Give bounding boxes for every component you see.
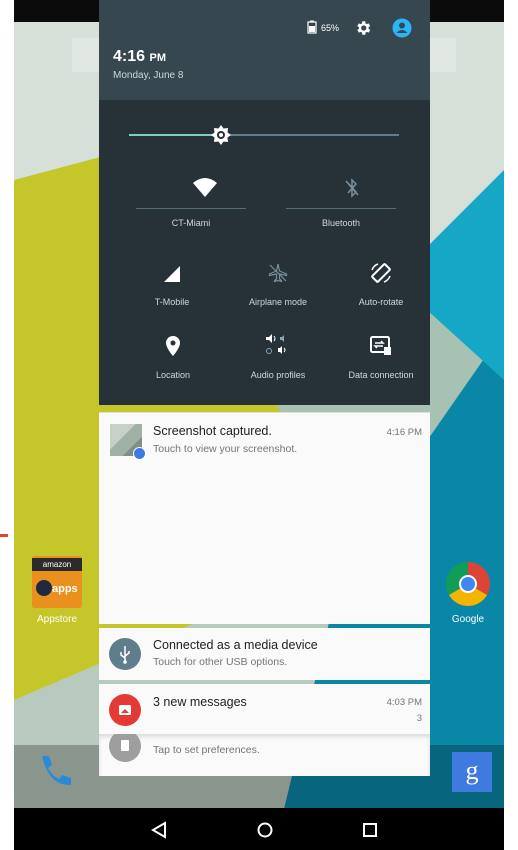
recents-icon[interactable] (358, 818, 382, 842)
screenshot-badge-icon (133, 447, 146, 460)
notification-time: 4:16 PM (386, 427, 422, 438)
user-account-icon[interactable] (392, 18, 412, 38)
chrome-center (459, 575, 477, 593)
tile-label-audio[interactable]: Audio profiles (223, 370, 333, 380)
back-icon[interactable] (147, 818, 171, 842)
data-connection-icon[interactable] (370, 336, 392, 356)
notification-messages[interactable]: 3 new messages 4:03 PM 3 (99, 684, 430, 734)
tile-label-data[interactable]: Data connection (326, 370, 436, 380)
shade-header: 65% 4:16 PM Monday, June 8 (99, 0, 430, 100)
brightness-slider[interactable] (129, 125, 399, 145)
bluetooth-off-icon[interactable] (344, 178, 360, 198)
apps-circle-icon (36, 580, 52, 596)
battery-icon (307, 20, 317, 34)
edge-arrow-mark (0, 534, 8, 537)
sim-icon (109, 730, 141, 762)
notification-text: Touch for other USB options. (153, 656, 288, 668)
tile-label-bluetooth[interactable]: Bluetooth (286, 218, 396, 228)
chrome-app-icon[interactable] (446, 562, 490, 606)
notification-shade: 65% 4:16 PM Monday, June 8 CT-Miami Blue… (99, 0, 430, 405)
tile-label-wifi[interactable]: CT-Miami (136, 218, 246, 228)
notification-text: Tap to set preferences. (153, 744, 260, 756)
notification-time: 4:03 PM (386, 697, 422, 708)
appstore-app-icon[interactable]: amazon apps (32, 556, 82, 608)
notification-count: 3 (416, 713, 422, 724)
usb-icon (109, 638, 141, 670)
notification-sim-preferences[interactable]: Tap to set preferences. (99, 730, 430, 776)
notification-screenshot[interactable]: Screenshot captured. Touch to view your … (99, 412, 430, 624)
amazon-logo-text: amazon (32, 558, 82, 571)
cell-signal-icon[interactable] (162, 264, 182, 284)
clock-date: Monday, June 8 (113, 70, 184, 81)
google-label: Google (451, 614, 485, 625)
audio-profiles-icon[interactable] (263, 333, 291, 357)
time-ampm: PM (149, 52, 166, 64)
wifi-icon[interactable] (193, 178, 217, 198)
notification-title: Screenshot captured. (153, 424, 272, 438)
settings-gear-icon[interactable] (354, 19, 372, 37)
home-icon[interactable] (253, 818, 277, 842)
tile-divider-wifi (136, 208, 246, 209)
notification-usb[interactable]: Connected as a media device Touch for ot… (99, 628, 430, 680)
battery-percent: 65% (321, 23, 340, 33)
phone-dock-icon[interactable] (32, 748, 76, 792)
clock-time: 4:16 PM (113, 48, 166, 66)
device-screen: amazon apps Appstore Google g 65% 4:16 P… (14, 0, 504, 850)
notification-title: 3 new messages (153, 695, 247, 709)
location-icon[interactable] (165, 336, 181, 356)
navigation-bar (14, 808, 504, 850)
time-digits: 4:16 (113, 48, 146, 65)
tile-label-location[interactable]: Location (118, 370, 228, 380)
appstore-label: Appstore (36, 614, 78, 625)
apps-text: apps (52, 583, 78, 595)
brightness-fill (129, 134, 221, 136)
airplane-icon[interactable] (267, 262, 289, 284)
tile-divider-bluetooth (286, 208, 396, 209)
messages-icon (109, 694, 141, 726)
notification-text: Touch to view your screenshot. (153, 443, 298, 455)
brightness-sun-icon[interactable] (210, 125, 231, 145)
tile-label-mobile[interactable]: T-Mobile (117, 297, 227, 307)
tile-label-rotate[interactable]: Auto-rotate (326, 297, 436, 307)
auto-rotate-icon[interactable] (369, 261, 393, 285)
notification-title: Connected as a media device (153, 638, 318, 652)
google-dock-icon[interactable]: g (452, 752, 492, 792)
tile-label-airplane[interactable]: Airplane mode (223, 297, 333, 307)
